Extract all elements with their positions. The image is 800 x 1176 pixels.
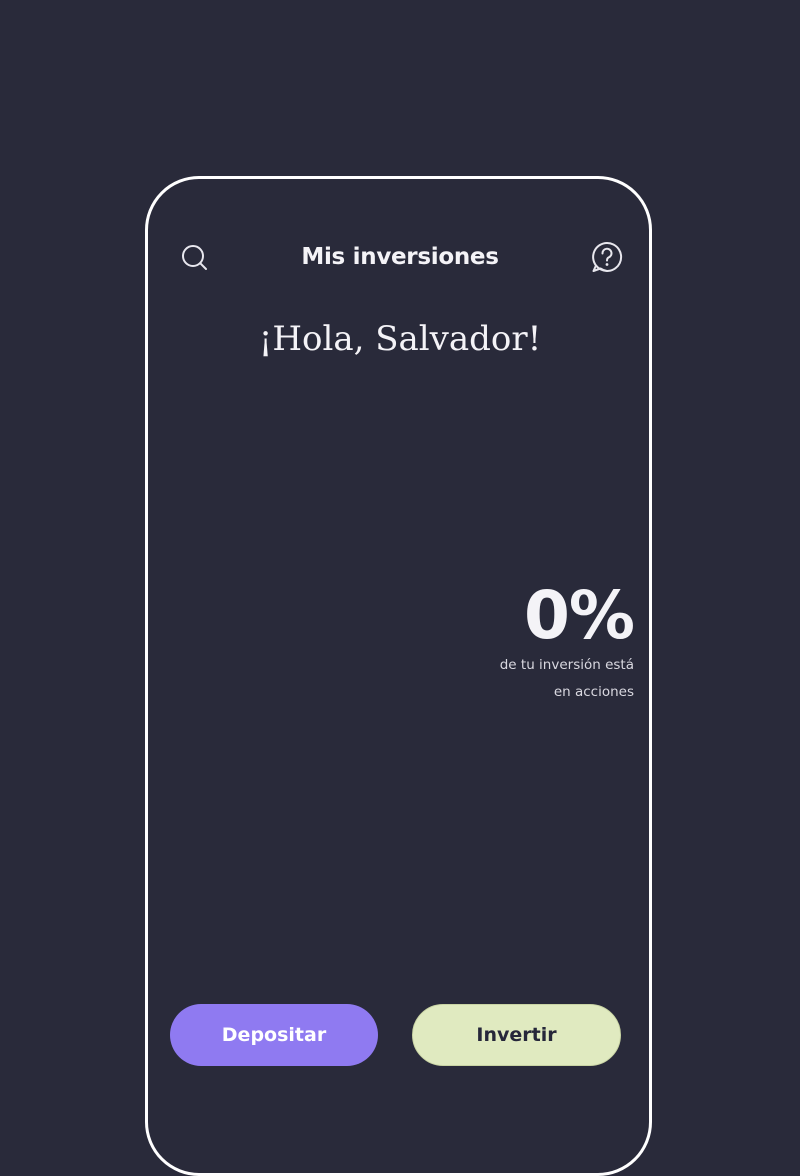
search-icon[interactable]: [181, 244, 209, 272]
greeting-heading: ¡Hola, Salvador!: [258, 319, 542, 359]
page-title: Mis inversiones: [301, 244, 499, 270]
deposit-button[interactable]: Depositar: [170, 1004, 378, 1066]
stock-allocation-value: 0%: [523, 577, 635, 654]
stock-allocation-stat: 0% de tu inversión está en acciones: [440, 577, 635, 706]
help-icon[interactable]: [590, 240, 624, 274]
stock-allocation-caption-line2: en acciones: [553, 684, 634, 700]
stock-allocation-caption-line1: de tu inversión está: [499, 657, 634, 673]
invest-button[interactable]: Invertir: [412, 1004, 621, 1066]
